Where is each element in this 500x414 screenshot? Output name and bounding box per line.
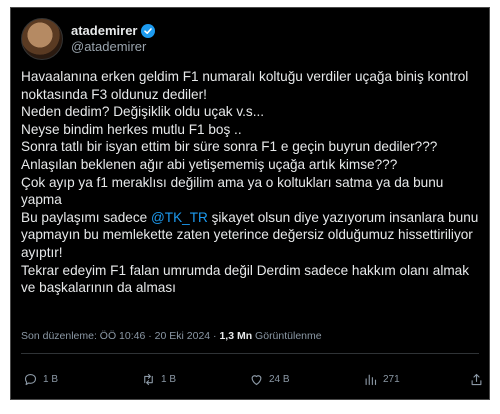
display-name[interactable]: atademirer (71, 23, 137, 39)
like-button[interactable]: 24 B (249, 372, 290, 387)
tweet-line: Neyse bindim herkes mutlu F1 boş .. (21, 121, 242, 137)
mention-prefix: Bu paylaşımı sadece (21, 209, 151, 225)
tweet-line: Havaalanına erken geldim F1 numaralı kol… (21, 69, 469, 102)
tweet-line: Sonra tatlı bir isyan ettim bir süre son… (21, 139, 438, 155)
tweet-line: Anlaşılan beklenen ağır abi yetişememiş … (21, 156, 398, 172)
name-row: atademirer (71, 23, 156, 39)
like-count: 24 B (269, 373, 290, 385)
edited-timestamp[interactable]: Son düzenleme: ÖÖ 10:46 · 20 Eki 2024 · (21, 330, 219, 342)
views-button[interactable]: 271 (363, 372, 400, 387)
tweet-text: Havaalanına erken geldim F1 numaralı kol… (21, 68, 481, 297)
tweet-line: Neden dedim? Değişiklik oldu uçak v.s... (21, 104, 265, 120)
verified-badge-icon (141, 24, 156, 38)
share-button[interactable] (469, 372, 484, 387)
tweet-meta: Son düzenleme: ÖÖ 10:46 · 20 Eki 2024 · … (21, 330, 322, 342)
reply-button[interactable]: 1 B (23, 372, 58, 387)
user-handle[interactable]: @atademirer (71, 39, 155, 55)
views-label: Görüntülenme (252, 330, 322, 342)
retweet-button[interactable]: 1 B (141, 372, 176, 387)
retweet-icon (144, 373, 153, 385)
retweet-count: 1 B (161, 373, 177, 385)
author-info: atademirer @atademirer (71, 23, 156, 55)
action-bar: 1 B 1 B 24 B 271 (11, 368, 489, 390)
tweet-line: Çok ayıp ya f1 meraklısı değilim ama ya … (21, 174, 444, 208)
tweet-line: Tekrar edeyim F1 falan umrumda değil Der… (21, 262, 470, 296)
tweet-card: atademirer @atademirer Havaalanına erken… (10, 7, 490, 400)
share-icon (471, 373, 482, 385)
views-count: 1,3 Mn (219, 330, 253, 342)
mention-link[interactable]: @TK_TR (151, 210, 208, 225)
analytics-icon (365, 374, 377, 385)
reply-count: 1 B (43, 373, 59, 385)
views-action-count: 271 (383, 373, 400, 385)
reply-icon (24, 373, 37, 385)
tweet-line-mention: Bu paylaşımı sadece @TK_TR şikayet olsun… (21, 209, 481, 262)
avatar[interactable] (21, 18, 63, 60)
divider (21, 353, 479, 354)
tweet-header: atademirer @atademirer (21, 18, 156, 60)
heart-icon (251, 374, 262, 385)
